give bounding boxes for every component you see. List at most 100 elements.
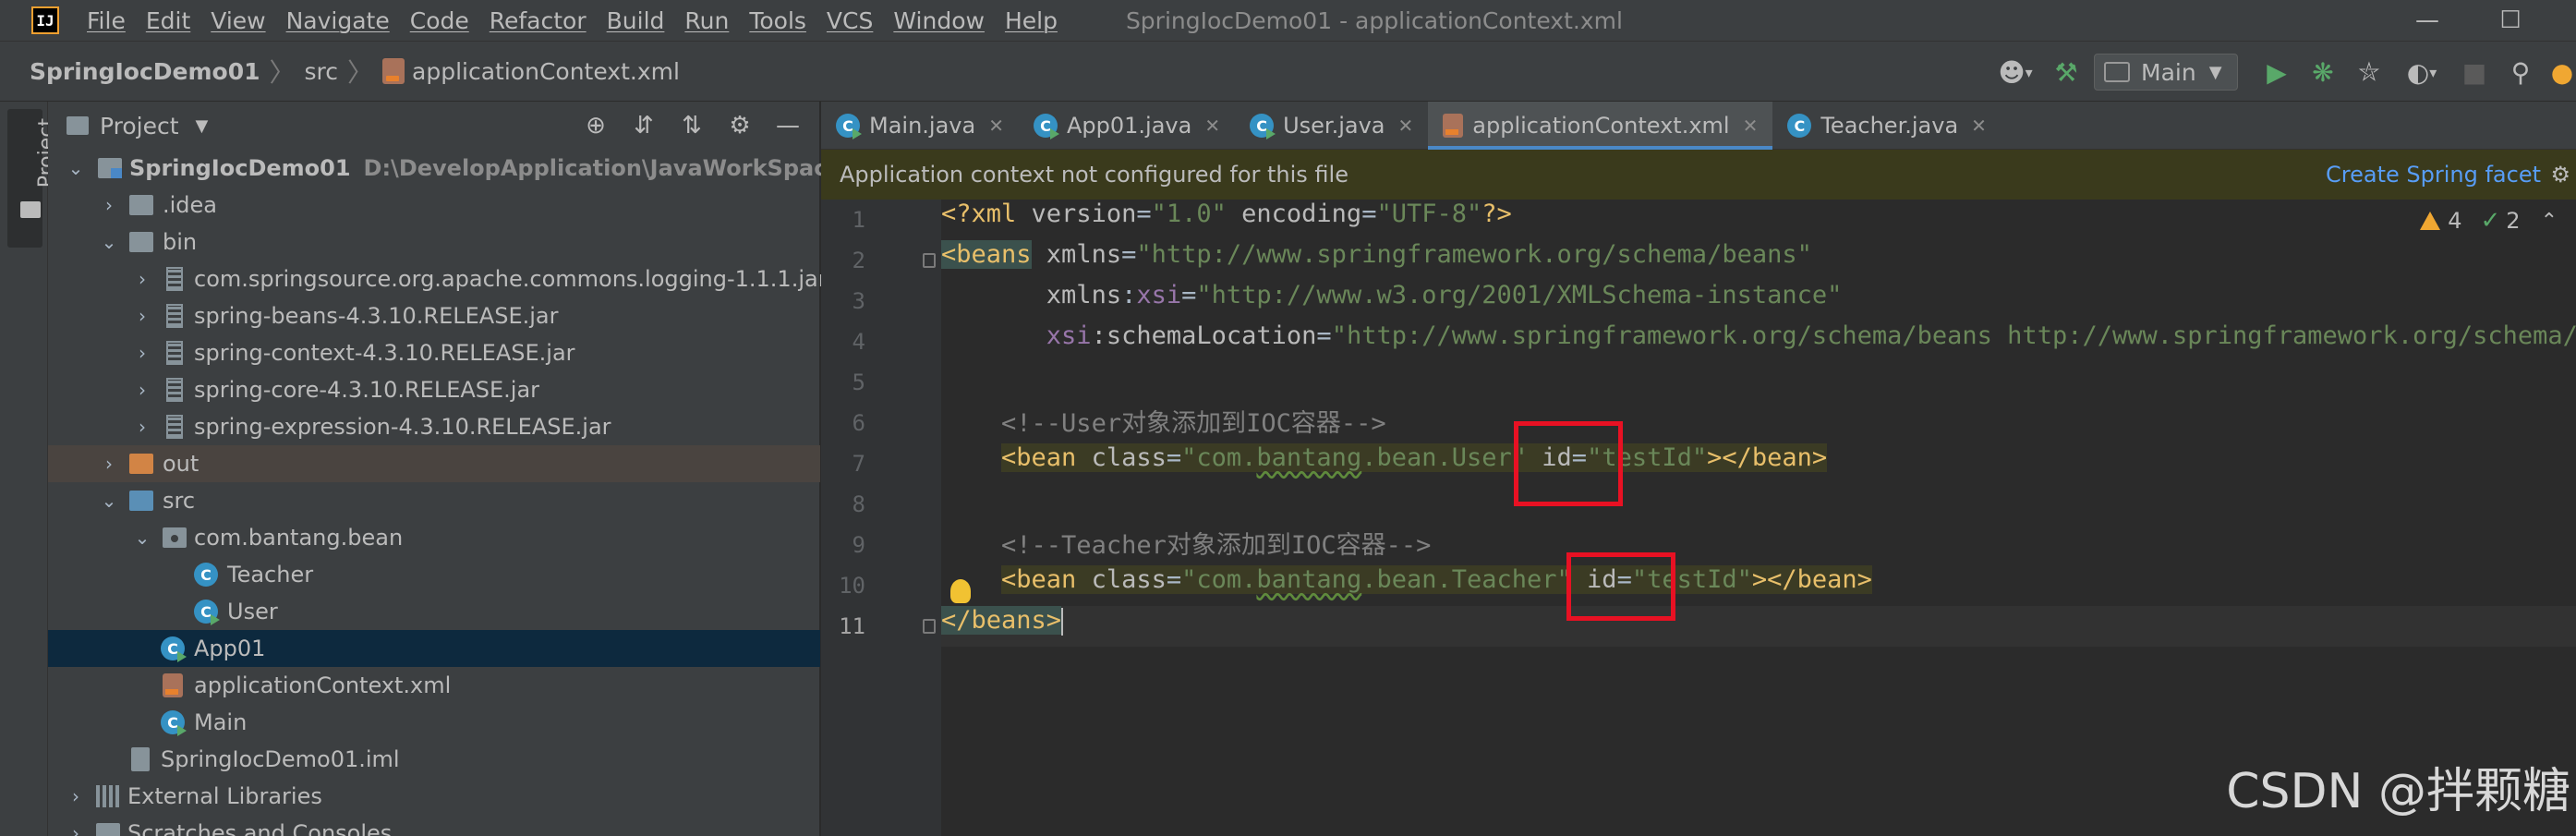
chevron-up-icon[interactable]: ⌃ bbox=[2541, 210, 2558, 233]
menu-view[interactable]: View bbox=[211, 7, 265, 34]
code-token: :schemaLocation bbox=[1091, 321, 1317, 350]
close-icon[interactable]: ✕ bbox=[1971, 115, 1987, 137]
hide-icon[interactable]: — bbox=[769, 107, 806, 144]
user-icon[interactable]: ☻ ▾ bbox=[1992, 54, 2038, 91]
profile-icon[interactable]: ◐ ▾ bbox=[2397, 54, 2447, 91]
tree-item-jar[interactable]: › spring-core-4.3.10.RELEASE.jar bbox=[48, 371, 820, 408]
code-token: = bbox=[1166, 443, 1182, 472]
tree-item-label: spring-context-4.3.10.RELEASE.jar bbox=[194, 340, 575, 366]
locate-icon[interactable]: ⊕ bbox=[577, 107, 614, 144]
breadcrumb-project[interactable]: SpringIocDemo01 bbox=[30, 58, 260, 85]
intellij-logo-icon[interactable]: IJ bbox=[31, 6, 59, 34]
tab-teacher-java[interactable]: C Teacher.java ✕ bbox=[1772, 102, 2002, 150]
close-icon[interactable]: ✕ bbox=[988, 115, 1004, 137]
gear-icon[interactable]: ⚙ bbox=[721, 107, 758, 144]
code-token: : bbox=[1121, 281, 1137, 309]
menu-window[interactable]: Window bbox=[893, 7, 985, 34]
chevron-right-icon[interactable]: › bbox=[67, 822, 85, 836]
gear-icon[interactable]: ⚙ bbox=[2550, 162, 2570, 188]
inspection-widget[interactable]: 4 ✓ 2 ⌃ bbox=[2420, 207, 2558, 235]
configuration-icon bbox=[2104, 62, 2130, 82]
search-icon[interactable]: ⚲ bbox=[2502, 54, 2539, 91]
chevron-right-icon[interactable]: › bbox=[67, 785, 85, 807]
code-editor[interactable]: 1 2 3 4 5 6 7 8 9 10 11 <?xml version="1… bbox=[821, 200, 2576, 836]
tree-item-jar[interactable]: › spring-beans-4.3.10.RELEASE.jar bbox=[48, 297, 820, 334]
chevron-right-icon[interactable]: › bbox=[100, 453, 118, 475]
tree-item-iml[interactable]: SpringIocDemo01.iml bbox=[48, 741, 820, 778]
menu-vcs[interactable]: VCS bbox=[827, 7, 873, 34]
menu-tools[interactable]: Tools bbox=[749, 7, 806, 34]
chevron-down-icon[interactable]: ⌄ bbox=[67, 157, 85, 179]
update-icon[interactable]: ● bbox=[2548, 54, 2576, 91]
menu-navigate[interactable]: Navigate bbox=[286, 7, 390, 34]
fold-icon[interactable] bbox=[923, 619, 936, 634]
breadcrumb-file[interactable]: applicationContext.xml bbox=[412, 58, 680, 85]
code-token: version bbox=[1031, 200, 1137, 228]
run-icon[interactable]: ▶ bbox=[2258, 54, 2295, 91]
chevron-right-icon[interactable]: › bbox=[133, 305, 151, 327]
menu-run[interactable]: Run bbox=[684, 7, 729, 34]
tree-item-idea[interactable]: › .idea bbox=[48, 187, 820, 224]
menu-build[interactable]: Build bbox=[607, 7, 665, 34]
jar-icon bbox=[166, 304, 183, 328]
tree-item-app01[interactable]: C App01 bbox=[48, 630, 820, 667]
tree-item-main[interactable]: C Main bbox=[48, 704, 820, 741]
jar-icon bbox=[166, 341, 183, 365]
line-number: 4 bbox=[852, 329, 865, 355]
tree-item-teacher[interactable]: C Teacher bbox=[48, 556, 820, 593]
chevron-right-icon[interactable]: › bbox=[133, 342, 151, 364]
menu-edit[interactable]: Edit bbox=[146, 7, 190, 34]
code-token: "com. bbox=[1181, 565, 1257, 594]
tab-app01-java[interactable]: C App01.java ✕ bbox=[1019, 102, 1235, 150]
collapse-all-icon[interactable]: ⇅ bbox=[673, 107, 710, 144]
expand-all-icon[interactable]: ⇵ bbox=[625, 107, 662, 144]
tab-applicationcontext-xml[interactable]: applicationContext.xml ✕ bbox=[1428, 102, 1773, 150]
tree-item-user[interactable]: C User bbox=[48, 593, 820, 630]
tree-item-package[interactable]: ⌄ com.bantang.bean bbox=[48, 519, 820, 556]
navigation-bar: SpringIocDemo01 〉 src 〉 applicationConte… bbox=[0, 41, 2576, 102]
run-configuration-select[interactable]: Main ▼ bbox=[2094, 54, 2238, 91]
class-run-icon: C bbox=[836, 114, 862, 139]
tree-item-src[interactable]: ⌄ src bbox=[48, 482, 820, 519]
tree-item-jar[interactable]: › spring-expression-4.3.10.RELEASE.jar bbox=[48, 408, 820, 445]
minimize-icon[interactable]: — bbox=[2411, 4, 2444, 37]
maximize-icon[interactable]: ☐ bbox=[2494, 4, 2527, 37]
chevron-right-icon[interactable]: › bbox=[133, 379, 151, 401]
stop-icon[interactable]: ■ bbox=[2456, 54, 2493, 91]
tree-item-out[interactable]: › out bbox=[48, 445, 820, 482]
hammer-icon[interactable]: ⚒ bbox=[2048, 54, 2085, 91]
notification-banner: Application context not configured for t… bbox=[821, 150, 2576, 200]
tree-item-external-libraries[interactable]: › External Libraries bbox=[48, 778, 820, 815]
chevron-down-icon[interactable]: ⌄ bbox=[133, 527, 151, 549]
tab-main-java[interactable]: C Main.java ✕ bbox=[821, 102, 1019, 150]
coverage-icon[interactable]: ⛦ bbox=[2351, 54, 2388, 91]
chevron-right-icon[interactable]: › bbox=[133, 268, 151, 290]
tree-item-scratches[interactable]: › Scratches and Consoles bbox=[48, 815, 820, 836]
tree-item-bin[interactable]: ⌄ bin bbox=[48, 224, 820, 260]
menu-code[interactable]: Code bbox=[410, 7, 469, 34]
close-icon[interactable]: ✕ bbox=[1398, 115, 1414, 137]
close-icon[interactable]: ✕ bbox=[1204, 115, 1220, 137]
menu-refactor[interactable]: Refactor bbox=[490, 7, 587, 34]
chevron-right-icon[interactable]: › bbox=[100, 194, 118, 216]
menu-help[interactable]: Help bbox=[1005, 7, 1058, 34]
project-tool-button[interactable]: Project bbox=[7, 109, 58, 248]
create-spring-facet-link[interactable]: Create Spring facet bbox=[2326, 162, 2541, 188]
chevron-down-icon[interactable]: ▼ bbox=[196, 116, 209, 136]
tree-item-jar[interactable]: › com.springsource.org.apache.commons.lo… bbox=[48, 260, 828, 297]
chevron-down-icon[interactable]: ⌄ bbox=[100, 490, 118, 512]
tree-item-project-root[interactable]: ⌄ SpringIocDemo01 D:\DevelopApplication\J… bbox=[48, 150, 933, 187]
chevron-down-icon[interactable]: ⌄ bbox=[100, 231, 118, 253]
tab-user-java[interactable]: C User.java ✕ bbox=[1235, 102, 1428, 150]
close-icon[interactable]: ✕ bbox=[1743, 115, 1759, 137]
fold-icon[interactable] bbox=[923, 253, 936, 268]
breadcrumb-folder[interactable]: src bbox=[305, 58, 339, 85]
menu-file[interactable]: File bbox=[87, 7, 126, 34]
debug-icon[interactable]: ❋ bbox=[2304, 54, 2341, 91]
tree-item-applicationcontext[interactable]: applicationContext.xml bbox=[48, 667, 820, 704]
chevron-right-icon[interactable]: › bbox=[133, 416, 151, 438]
project-view-selector[interactable]: Project bbox=[100, 113, 179, 139]
tree-item-jar[interactable]: › spring-context-4.3.10.RELEASE.jar bbox=[48, 334, 820, 371]
